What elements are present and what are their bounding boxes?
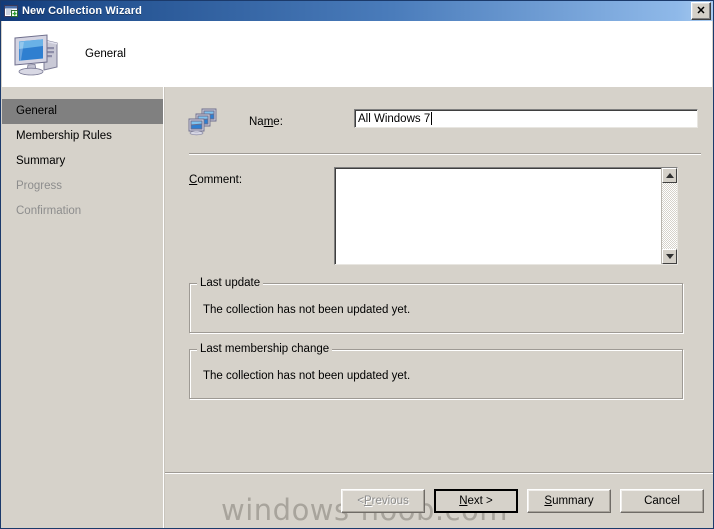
footer-separator [165,472,713,474]
next-button[interactable]: Next > [434,489,518,513]
comment-input[interactable] [334,167,678,265]
text-caret [431,112,433,125]
name-label: Name: [249,116,283,128]
last-update-group: Last update The collection has not been … [189,277,683,333]
last-membership-change-text: The collection has not been updated yet. [203,370,411,382]
name-input[interactable]: All Windows 7 [354,109,698,128]
computer-icon [11,30,63,78]
previous-button: < Previous [341,489,425,513]
content-panel: Name: All Windows 7 Comment: Last update… [165,87,713,528]
wizard-header: General [2,21,712,86]
last-update-text: The collection has not been updated yet. [203,304,411,316]
sidebar-item-membership-rules[interactable]: Membership Rules [2,124,163,149]
comment-scrollbar[interactable] [661,168,677,264]
sidebar-item-confirmation: Confirmation [16,205,82,217]
new-collection-wizard-window: New Collection Wizard ✕ General General … [0,0,714,529]
sidebar-item-progress: Progress [16,180,63,192]
name-label-text: Na [249,116,264,128]
sidebar-item-general[interactable]: General [2,99,163,124]
last-update-legend: Last update [197,277,264,289]
comment-label-tail: omment: [197,174,243,186]
previous-button-accel: P [363,495,372,507]
scroll-down-icon[interactable] [662,249,677,264]
wizard-steps-sidebar: General Membership Rules Summary Progres… [2,87,163,528]
page-title: General [85,47,126,60]
wizard-button-bar: < Previous Next > Summary Cancel [341,489,709,515]
cancel-button[interactable]: Cancel [620,489,704,513]
window-title: New Collection Wizard [22,5,142,17]
previous-button-prefix: < [357,495,364,507]
last-membership-change-group: Last membership change The collection ha… [189,343,683,399]
titlebar: New Collection Wizard ✕ [1,1,713,21]
summary-button[interactable]: Summary [527,489,611,513]
next-button-tail: ext > [467,495,493,507]
collection-icon [187,108,219,136]
name-label-accel: m [263,116,274,128]
cancel-button-label: Cancel [644,495,680,507]
name-label-tail: e: [273,116,283,128]
previous-button-tail: revious [371,495,409,507]
summary-button-accel: S [544,495,553,507]
section-separator [189,153,701,155]
comment-input-value [335,168,661,264]
sidebar-item-summary[interactable]: Summary [2,149,163,174]
scroll-up-icon[interactable] [662,168,677,183]
summary-button-tail: ummary [552,495,594,507]
new-collection-icon [4,4,18,18]
close-icon[interactable]: ✕ [691,2,711,20]
next-button-accel: N [459,495,468,507]
comment-label: Comment: [189,174,242,186]
name-row: Name: All Windows 7 [187,105,703,141]
last-membership-change-legend: Last membership change [197,343,333,355]
name-input-value: All Windows 7 [358,112,431,125]
